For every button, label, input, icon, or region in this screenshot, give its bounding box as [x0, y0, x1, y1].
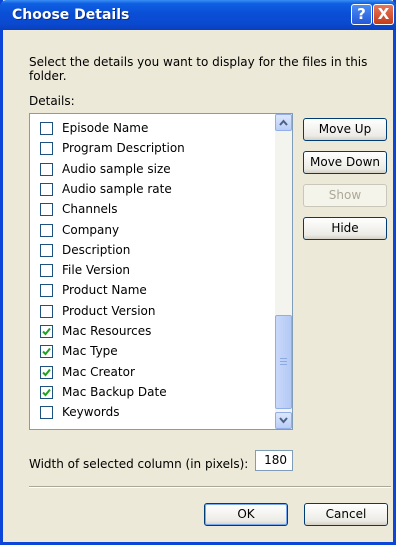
hide-button[interactable]: Hide: [303, 217, 387, 240]
checkbox[interactable]: [40, 365, 53, 379]
checkbox[interactable]: [40, 223, 53, 237]
list-item-label: File Version: [62, 263, 131, 278]
checkbox[interactable]: [40, 284, 53, 298]
checkmark-icon: [42, 348, 51, 356]
close-button[interactable]: X: [373, 4, 394, 25]
window-title: Choose Details: [12, 7, 130, 23]
instructions-text: Select the details you want to display f…: [29, 55, 368, 83]
checkbox[interactable]: [40, 406, 53, 420]
column-width-label: Width of selected column (in pixels):: [29, 457, 249, 471]
chevron-up-icon: [279, 119, 288, 126]
list-item-label: Mac Creator: [62, 364, 135, 379]
divider: [29, 486, 391, 488]
list-item-label: Audio sample rate: [62, 181, 172, 196]
scroll-down-button[interactable]: [275, 412, 292, 429]
checkbox[interactable]: [40, 243, 53, 257]
chevron-down-icon: [279, 417, 288, 424]
details-label: Details:: [29, 94, 75, 108]
list-item-label: Description: [62, 242, 131, 257]
scroll-up-button[interactable]: [275, 114, 292, 131]
list-item-label: Audio sample size: [62, 161, 171, 176]
list-item-label: Channels: [62, 202, 118, 217]
list-item-label: Product Name: [62, 283, 147, 298]
checkbox[interactable]: [40, 182, 53, 196]
list-item-label: Company: [62, 222, 120, 237]
list-item-label: Product Version: [62, 303, 156, 318]
checkmark-icon: [42, 327, 51, 336]
checkbox[interactable]: [40, 142, 53, 156]
checkbox[interactable]: [40, 162, 53, 176]
checkbox[interactable]: [40, 304, 53, 318]
grip-line: [280, 361, 287, 362]
checkbox[interactable]: [40, 264, 53, 278]
move-down-button[interactable]: Move Down: [303, 151, 387, 174]
column-width-input[interactable]: 180: [255, 450, 293, 471]
checkbox[interactable]: [40, 385, 53, 399]
list-item-label: Episode Name: [62, 121, 149, 135]
cancel-button[interactable]: Cancel: [304, 503, 388, 526]
grip-line: [280, 364, 287, 365]
checkbox[interactable]: [40, 203, 53, 217]
checkmark-icon: [42, 368, 51, 377]
show-button[interactable]: Show: [303, 184, 387, 207]
choose-details-dialog: Choose Details ? X Select the details yo…: [0, 0, 396, 545]
list-item-label: Keywords: [62, 405, 120, 420]
grip-line: [280, 358, 287, 359]
details-list[interactable]: Episode Name Program Description Audio sam…: [29, 113, 293, 430]
checkbox[interactable]: [40, 325, 53, 338]
title-bar[interactable]: Choose Details ? X: [0, 0, 396, 30]
list-item-label: Mac Type: [62, 344, 118, 359]
list-item-label: Mac Backup Date: [62, 384, 167, 399]
checkbox[interactable]: [40, 122, 53, 135]
help-button[interactable]: ?: [351, 4, 372, 25]
checkmark-icon: [42, 388, 51, 397]
list-item-label: Program Description: [62, 141, 185, 156]
move-up-button[interactable]: Move Up: [303, 118, 387, 141]
checkbox[interactable]: [40, 345, 53, 359]
vertical-scrollbar[interactable]: [275, 114, 292, 429]
ok-button[interactable]: OK: [204, 503, 288, 526]
scroll-thumb[interactable]: [275, 315, 292, 409]
list-item-label: Mac Resources: [62, 324, 152, 338]
